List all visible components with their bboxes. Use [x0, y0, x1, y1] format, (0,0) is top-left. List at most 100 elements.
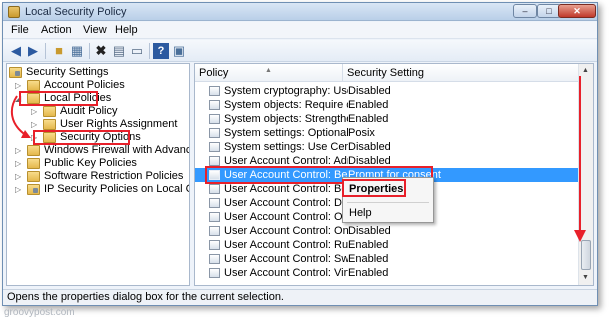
policy-setting: Enabled	[348, 253, 389, 265]
menu-view[interactable]: View	[83, 24, 107, 36]
local-security-policy-window: Local Security Policy – □ ✕ File Action …	[2, 2, 598, 306]
policy-setting: Enabled	[348, 99, 389, 111]
export-icon[interactable]: ▭	[129, 43, 145, 59]
show-tree-icon[interactable]: ▦	[69, 43, 85, 59]
tree-pane: Security Settings ▷ Account Policies ◢ L…	[6, 63, 190, 286]
table-row[interactable]: User Account Control: Only ele...Disable…	[195, 224, 579, 238]
close-icon: ✕	[573, 6, 581, 16]
menu-action[interactable]: Action	[41, 24, 72, 36]
policy-name: User Account Control: Run all a...	[224, 239, 348, 251]
folder-icon	[27, 158, 40, 169]
minimize-icon: –	[522, 6, 528, 16]
status-bar: Opens the properties dialog box for the …	[3, 289, 597, 305]
table-row[interactable]: System objects: Require case in...Enable…	[195, 98, 579, 112]
context-menu: Properties Help	[342, 177, 434, 223]
tree-item-label: Audit Policy	[60, 105, 118, 117]
policy-name: User Account Control: Only ele...	[224, 225, 348, 237]
scroll-down-icon[interactable]: ▼	[582, 274, 589, 281]
policy-setting: Posix	[348, 127, 375, 139]
expand-arrow-icon[interactable]: ▷	[15, 157, 24, 170]
policy-name: System settings: Optional subsy...	[224, 127, 348, 139]
context-menu-help[interactable]: Help	[349, 207, 372, 219]
policy-icon	[209, 198, 220, 208]
maximize-icon: □	[546, 6, 552, 16]
menu-file[interactable]: File	[11, 24, 29, 36]
policy-icon	[209, 212, 220, 222]
table-row[interactable]: System objects: Strengthen def...Enabled	[195, 112, 579, 126]
column-header-policy[interactable]: Policy ▲	[195, 64, 343, 82]
scrollbar-thumb[interactable]	[581, 240, 591, 270]
policy-icon	[209, 86, 220, 96]
policy-name: User Account Control: Switch t...	[224, 253, 348, 265]
scroll-up-icon[interactable]: ▲	[582, 67, 589, 74]
title-bar: Local Security Policy – □ ✕	[3, 3, 597, 21]
policy-setting: Disabled	[348, 141, 391, 153]
toolbar-separator	[45, 43, 46, 59]
policy-setting: Enabled	[348, 239, 389, 251]
policy-icon	[209, 114, 220, 124]
toolbar: ◀ ▶ ■ ▦ ✖ ▤ ▭ ? ▣	[3, 40, 597, 62]
menu-bar: File Action View Help	[3, 22, 597, 39]
folder-icon	[27, 145, 40, 156]
folder-icon	[43, 106, 56, 117]
policy-icon	[209, 100, 220, 110]
menu-help[interactable]: Help	[115, 24, 138, 36]
table-row[interactable]: User Account Control: Run all a...Enable…	[195, 238, 579, 252]
expand-arrow-icon[interactable]: ▷	[15, 183, 24, 196]
policy-name: User Account Control: Virtualiz...	[224, 267, 348, 279]
policy-icon	[209, 142, 220, 152]
toolbar-separator	[89, 43, 90, 59]
properties-icon[interactable]: ▤	[111, 43, 127, 59]
policy-icon	[209, 268, 220, 278]
policy-name: User Account Control: Beh	[224, 183, 348, 195]
policy-name: System objects: Require case in...	[224, 99, 348, 111]
toolbar-separator	[149, 43, 150, 59]
close-button[interactable]: ✕	[558, 4, 596, 18]
minimize-button[interactable]: –	[513, 4, 537, 18]
table-row[interactable]: System settings: Optional subsy...Posix	[195, 126, 579, 140]
forward-arrow-icon[interactable]: ▶	[25, 43, 41, 59]
up-folder-icon[interactable]: ■	[51, 43, 67, 59]
table-row[interactable]: User Account Control: Switch t...Enabled	[195, 252, 579, 266]
highlight-security-options	[33, 130, 130, 145]
policy-icon	[209, 226, 220, 236]
policy-icon	[209, 156, 220, 166]
table-row[interactable]: System cryptography: Use FIPS ...Disable…	[195, 84, 579, 98]
security-settings-icon	[9, 67, 22, 78]
policy-name: User Account Control: Only	[224, 211, 348, 223]
policy-setting: Enabled	[348, 267, 389, 279]
watermark: groovypost.com	[4, 307, 75, 318]
tree-item-label: Windows Firewall with Advanced Secu	[44, 144, 189, 156]
policy-icon	[209, 240, 220, 250]
folder-icon	[43, 119, 56, 130]
policy-icon	[209, 128, 220, 138]
status-text: Opens the properties dialog box for the …	[7, 291, 284, 303]
policy-icon	[209, 254, 220, 264]
policy-setting: Disabled	[348, 85, 391, 97]
table-row[interactable]: System settings: Use Certificate ...Disa…	[195, 140, 579, 154]
tree-item-label: IP Security Policies on Local Compute	[44, 183, 189, 195]
annotation-down-arrow-icon	[574, 76, 586, 242]
table-row[interactable]: User Account Control: Virtualiz...Enable…	[195, 266, 579, 280]
context-menu-separator	[347, 202, 429, 203]
column-header-policy-label: Policy	[199, 67, 229, 79]
highlight-properties	[342, 179, 406, 197]
help-icon[interactable]: ?	[153, 43, 169, 59]
annotation-arrow-icon	[10, 95, 31, 138]
expand-arrow-icon[interactable]: ▷	[15, 170, 24, 183]
policy-icon	[209, 184, 220, 194]
console-icon[interactable]: ▣	[171, 43, 187, 59]
tree-item-label: Public Key Policies	[44, 157, 137, 169]
expand-arrow-icon[interactable]: ▷	[15, 144, 24, 157]
delete-icon[interactable]: ✖	[93, 43, 109, 59]
column-header-setting-label: Security Setting	[347, 67, 425, 79]
policy-name: System settings: Use Certificate ...	[224, 141, 348, 153]
sort-ascending-icon: ▲	[265, 67, 272, 74]
back-arrow-icon[interactable]: ◀	[8, 43, 24, 59]
policy-list-pane: Policy ▲ Security Setting System cryptog…	[194, 63, 594, 286]
column-header-security-setting[interactable]: Security Setting	[343, 64, 579, 82]
security-policy-app-icon	[8, 6, 20, 18]
tree-item-label: Software Restriction Policies	[44, 170, 184, 182]
tree-root-label: Security Settings	[26, 66, 109, 78]
policy-name: User Account Control: Dete	[224, 197, 348, 209]
